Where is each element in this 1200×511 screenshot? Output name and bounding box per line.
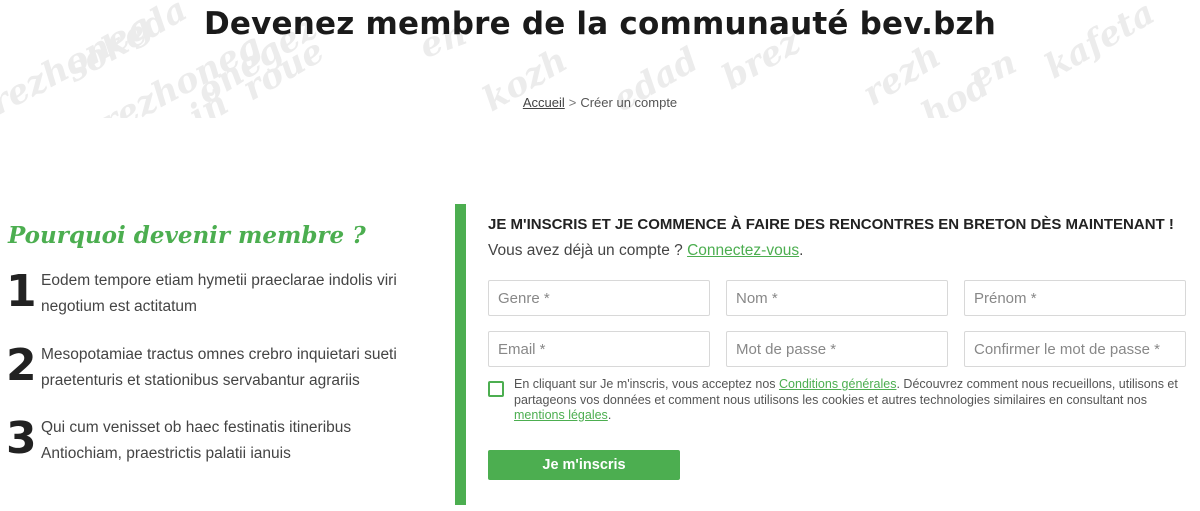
login-link[interactable]: Connectez-vous xyxy=(687,242,799,259)
breadcrumb-separator: > xyxy=(568,95,577,110)
reason-text: Eodem tempore etiam hymetii praeclarae i… xyxy=(41,272,397,315)
password-field[interactable] xyxy=(726,331,948,367)
nom-field[interactable] xyxy=(726,280,948,316)
form-accent-bar xyxy=(455,204,466,505)
email-field[interactable] xyxy=(488,331,710,367)
login-suffix: . xyxy=(799,242,804,259)
terms-notice: En cliquant sur Je m'inscris, vous accep… xyxy=(514,377,1194,424)
terms-text-before: En cliquant sur Je m'inscris, vous accep… xyxy=(514,377,780,391)
reason-number: 2 xyxy=(6,340,37,391)
hero-banner: brezhoneg kafeta en hod rezh edad sokeda… xyxy=(0,0,1200,118)
watermark-word: hod xyxy=(914,64,997,118)
login-prompt-text: Vous avez déjà un compte ? xyxy=(488,242,683,259)
reason-item: 2 Mesopotamiae tractus omnes crebro inqu… xyxy=(6,340,426,402)
reason-text: Mesopotamiae tractus omnes crebro inquie… xyxy=(41,346,397,389)
genre-field[interactable] xyxy=(488,280,710,316)
signup-heading: JE M'INSCRIS ET JE COMMENCE À FAIRE DES … xyxy=(488,216,1174,233)
reason-number: 3 xyxy=(6,413,37,464)
confirm-password-field[interactable] xyxy=(964,331,1186,367)
why-member-heading: Pourquoi devenir membre ? xyxy=(8,222,366,249)
breadcrumb-current: Créer un compte xyxy=(580,95,678,110)
terms-text-after: . xyxy=(607,408,612,422)
reason-text: Qui cum venisset ob haec festinatis itin… xyxy=(41,419,352,462)
breadcrumb: Accueil > Créer un compte xyxy=(0,95,1200,110)
signup-button[interactable]: Je m'inscris xyxy=(488,450,680,480)
page-title: Devenez membre de la communauté bev.bzh xyxy=(203,6,996,42)
reason-number: 1 xyxy=(6,266,37,317)
login-prompt: Vous avez déjà un compte ? Connectez-vou… xyxy=(488,242,803,260)
reason-item: 3 Qui cum venisset ob haec festinatis it… xyxy=(6,413,426,475)
conditions-link[interactable]: Conditions générales xyxy=(779,377,896,391)
watermark-word: en xyxy=(963,42,1023,98)
prenom-field[interactable] xyxy=(964,280,1186,316)
breadcrumb-home-link[interactable]: Accueil xyxy=(523,95,565,110)
reason-item: 1 Eodem tempore etiam hymetii praeclarae… xyxy=(6,266,426,328)
terms-checkbox[interactable] xyxy=(488,381,504,397)
mentions-link[interactable]: mentions légales xyxy=(514,408,608,422)
